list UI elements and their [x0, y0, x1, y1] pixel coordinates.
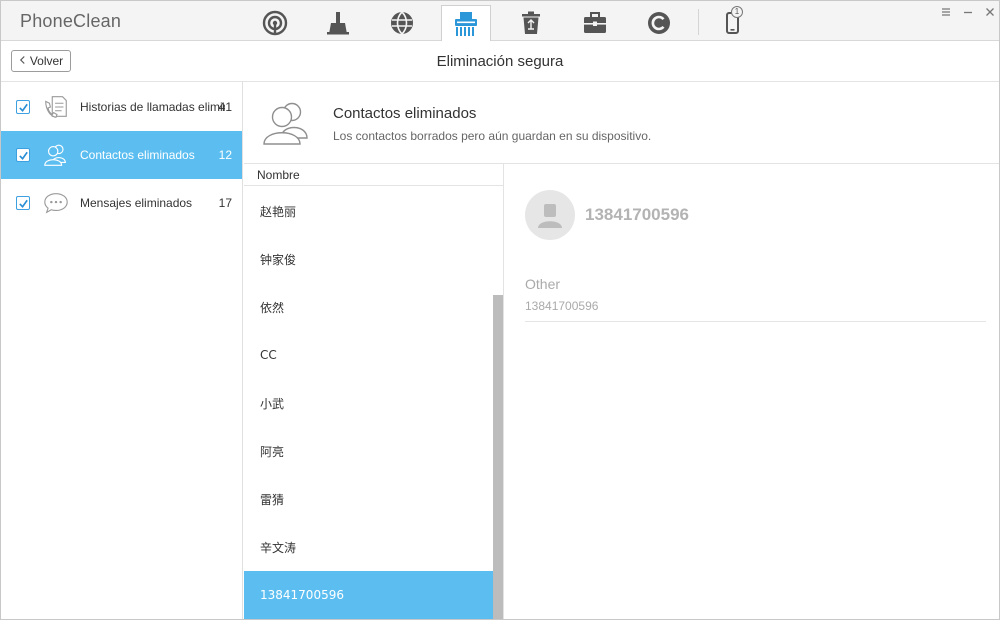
list-scrollbar-thumb[interactable]: [493, 295, 503, 619]
list-item-label: 阿亮: [260, 444, 285, 459]
sidebar-item-contacts[interactable]: Contactos eliminados 12: [1, 131, 242, 179]
broom-icon: [327, 12, 349, 35]
contact-list: Nombre 赵艳丽 钟家俊 依然 CC 小武 阿亮 雷猜 辛文涛 138417…: [244, 164, 504, 619]
field-divider: [525, 321, 986, 322]
list-item[interactable]: 钟家俊: [244, 235, 493, 283]
sidebar-item-count: 12: [218, 148, 232, 162]
sidebar-item-count: 41: [218, 100, 232, 114]
sidebar-item-label: Contactos eliminados: [80, 148, 195, 162]
deep-clean-tool[interactable]: [313, 5, 363, 41]
field-value: 13841700596: [525, 299, 599, 313]
close-icon[interactable]: [982, 5, 998, 19]
page-header: Volver Eliminación segura: [1, 41, 999, 82]
contact-detail-panel: 13841700596 Other 13841700596: [505, 164, 999, 619]
briefcase-icon: [584, 12, 606, 33]
internet-clean-tool[interactable]: [377, 5, 427, 41]
list-item-label: 依然: [260, 300, 285, 315]
sidebar-item-messages[interactable]: Mensajes eliminados 17: [1, 179, 242, 227]
list-item[interactable]: CC: [244, 331, 493, 379]
sidebar-item-label: Mensajes eliminados: [80, 196, 193, 210]
list-item-label: 钟家俊: [260, 252, 297, 267]
avatar: [525, 190, 575, 240]
list-item-label: 小武: [260, 396, 285, 411]
c-circle-icon: [648, 12, 670, 34]
recycle-bin-icon: [522, 11, 540, 34]
device-badge: 1: [731, 6, 743, 18]
check-icon: [18, 151, 28, 160]
device-button[interactable]: 1: [707, 5, 757, 41]
globe-icon: [391, 11, 413, 35]
category-header: Contactos eliminados Los contactos borra…: [244, 82, 999, 164]
app-window: PhoneClean 1 Volver Eliminación segura H…: [0, 0, 1000, 620]
sidebar-item-label: Historias de llamadas eliminadas: [80, 100, 225, 114]
minimize-icon[interactable]: [960, 5, 976, 19]
contacts-large-icon: [261, 98, 313, 146]
sidebar-checkbox[interactable]: [16, 100, 30, 114]
contacts-icon: [41, 140, 71, 170]
toolbar-divider: [698, 9, 699, 35]
category-title: Contactos eliminados: [333, 105, 477, 122]
list-item-label: 辛文涛: [260, 540, 297, 555]
history-tool[interactable]: [634, 5, 684, 41]
sidebar-item-call-history[interactable]: Historias de llamadas eliminadas 41: [1, 83, 242, 131]
top-toolbar: PhoneClean 1: [1, 1, 999, 42]
sidebar-checkbox[interactable]: [16, 148, 30, 162]
privacy-clean-tool[interactable]: [441, 5, 491, 42]
message-bubble-icon: [41, 188, 71, 218]
radar-icon: [262, 10, 288, 36]
check-icon: [18, 199, 28, 208]
list-item-selected[interactable]: 13841700596: [244, 571, 493, 619]
toolbox-tool[interactable]: [570, 5, 620, 41]
list-item[interactable]: 依然: [244, 283, 493, 331]
page-title: Eliminación segura: [436, 53, 564, 70]
list-item-label: 13841700596: [260, 588, 344, 602]
quick-clean-tool[interactable]: [250, 5, 300, 41]
list-item[interactable]: 雷猜: [244, 475, 493, 523]
silent-clean-tool[interactable]: [506, 5, 556, 41]
list-item[interactable]: 赵艳丽: [244, 187, 493, 235]
person-icon: [538, 204, 562, 228]
list-item-label: CC: [260, 348, 277, 362]
contact-name: 13841700596: [585, 205, 690, 224]
sidebar-checkbox[interactable]: [16, 196, 30, 210]
check-icon: [18, 103, 28, 112]
column-header-name: Nombre: [257, 168, 300, 182]
list-item[interactable]: 小武: [244, 379, 493, 427]
sidebar-item-count: 17: [218, 196, 232, 210]
list-column-header[interactable]: Nombre: [244, 164, 503, 186]
field-label: Other: [525, 276, 561, 292]
category-description: Los contactos borrados pero aún guardan …: [333, 129, 652, 143]
list-item-label: 雷猜: [260, 492, 285, 507]
category-sidebar: Historias de llamadas eliminadas 41 Cont…: [1, 82, 243, 619]
list-item-label: 赵艳丽: [260, 204, 297, 219]
call-log-icon: [41, 92, 71, 122]
menu-icon[interactable]: [938, 5, 954, 19]
list-item[interactable]: 辛文涛: [244, 523, 493, 571]
app-title: PhoneClean: [20, 11, 122, 31]
list-item[interactable]: 阿亮: [244, 427, 493, 475]
shredder-icon: [455, 12, 477, 36]
